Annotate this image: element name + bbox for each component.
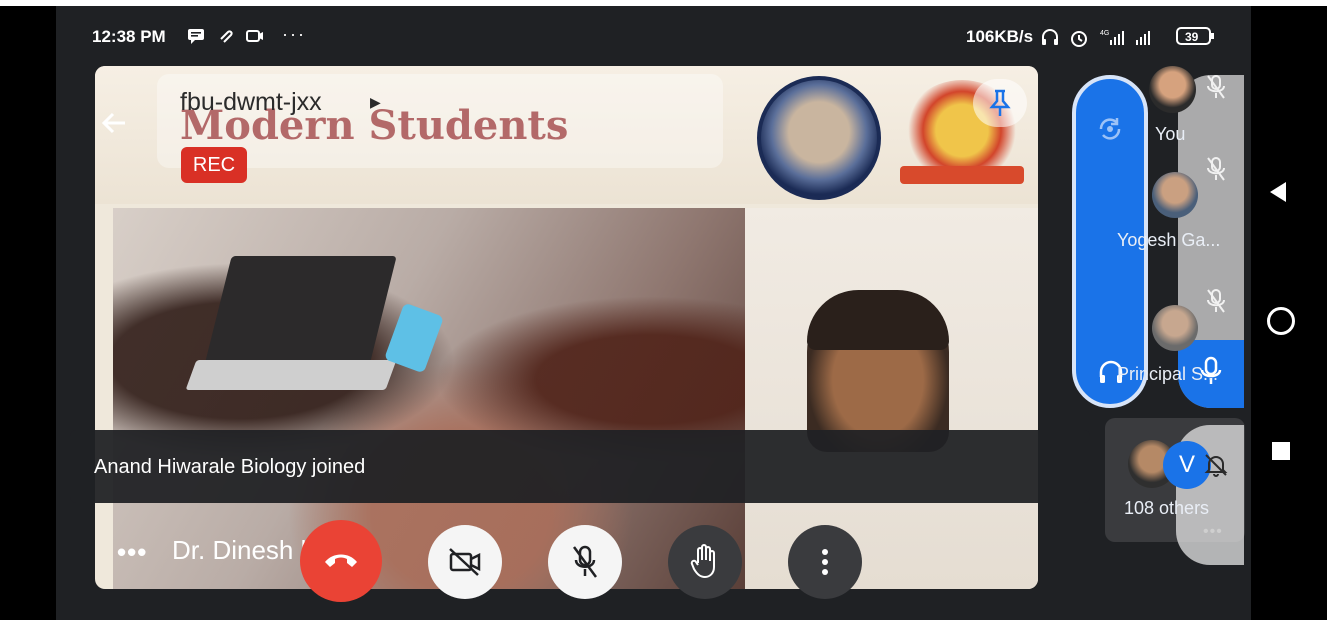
notifications-off-icon	[1203, 452, 1229, 484]
camera-toggle-button[interactable]	[428, 525, 502, 599]
rotate-camera-icon[interactable]	[1096, 115, 1124, 143]
cast-icon	[246, 28, 264, 48]
laptop-image	[204, 256, 397, 366]
nav-recents-icon[interactable]	[1272, 442, 1290, 460]
more-options-button[interactable]	[788, 525, 862, 599]
mic-toggle-button[interactable]	[548, 525, 622, 599]
others-more-button[interactable]: •••	[1203, 523, 1223, 541]
camera-off-icon	[449, 548, 481, 576]
attachment-icon	[218, 28, 234, 48]
signal-icon	[1134, 28, 1156, 50]
participant-mic-off-icon	[1206, 156, 1226, 188]
pin-button[interactable]	[973, 79, 1027, 127]
battery-icon: 39	[1176, 26, 1216, 50]
recording-badge: REC	[181, 147, 247, 183]
network-speed: 106KB/s	[966, 27, 1034, 46]
meeting-code[interactable]: fbu-dwmt-jxx	[180, 88, 322, 117]
svg-text:39: 39	[1185, 30, 1199, 44]
portrait-image	[757, 76, 881, 200]
avatar-you[interactable]	[1149, 66, 1196, 113]
participant-mic-off-icon	[1206, 288, 1226, 320]
headset-status-icon	[1040, 28, 1060, 50]
bottom-border	[0, 620, 1327, 628]
toast-message: Anand Hiwarale Biology joined	[94, 456, 366, 478]
end-call-button[interactable]	[300, 520, 382, 602]
chevron-right-icon[interactable]: ▶	[370, 94, 381, 111]
participant-name-yogesh: Yogesh Ga...	[1117, 230, 1221, 250]
pin-icon	[989, 89, 1011, 116]
others-count: 108 others	[1124, 498, 1210, 518]
tile-more-button[interactable]: •••	[117, 537, 147, 568]
mic-off-icon	[572, 545, 598, 578]
call-end-icon	[325, 554, 357, 567]
laptop-base	[185, 360, 397, 390]
signal-4g-icon: 4G	[1100, 28, 1126, 50]
arrow-back-icon[interactable]	[99, 108, 129, 138]
nav-back-icon[interactable]	[1270, 182, 1286, 202]
svg-text:4G: 4G	[1100, 30, 1109, 37]
students-photo	[113, 208, 745, 589]
raise-hand-button[interactable]	[668, 525, 742, 599]
avatar-yogesh[interactable]	[1152, 172, 1198, 218]
avatar-principal[interactable]	[1152, 305, 1198, 351]
emblem-ribbon	[900, 166, 1024, 184]
more-notifications-icon: ···	[282, 24, 306, 44]
participant-name-principal: Principal S...	[1117, 364, 1219, 384]
alarm-icon	[1069, 28, 1089, 52]
participant-name-you: You	[1155, 124, 1186, 144]
hand-raise-icon	[690, 544, 715, 579]
status-time: 12:38 PM	[92, 27, 166, 46]
participant-mic-off-icon	[1206, 74, 1226, 106]
speaker-hair	[807, 290, 949, 350]
message-icon	[187, 28, 205, 48]
more-vert-icon	[822, 549, 828, 575]
nav-home-icon[interactable]	[1267, 307, 1295, 335]
